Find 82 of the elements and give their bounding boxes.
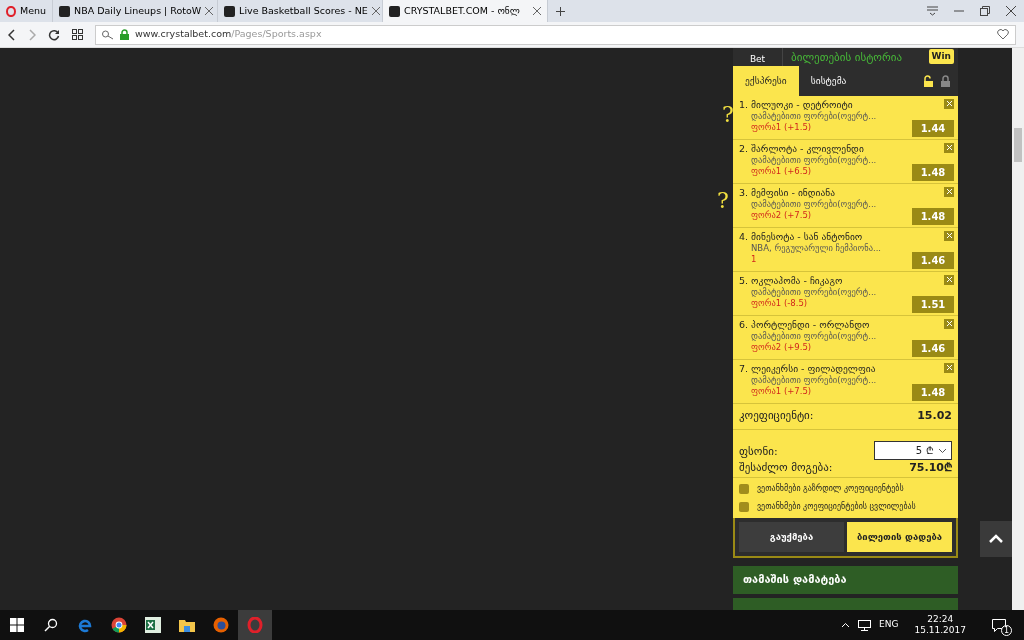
address-bar[interactable]: www.crystalbet.com/Pages/Sports.aspx [95, 24, 1016, 45]
market-text: დამატებითი ფორები(ოვერტ... [750, 375, 878, 387]
scroll-top-button[interactable] [980, 521, 1012, 557]
pick-text: ფორა1 (+1.5) [750, 122, 813, 134]
close-icon[interactable] [205, 7, 214, 15]
market-text: დამატებითი ფორები(ოვერტ... [750, 287, 878, 299]
bet-title: 6. პორტლენდი - ორლანდო [739, 319, 870, 332]
question-mark: ? [722, 101, 734, 129]
odds-value: 1.44 [912, 120, 954, 137]
heart-icon[interactable] [997, 29, 1009, 40]
grid-icon[interactable] [72, 29, 83, 40]
place-bet-button[interactable]: ბილეთის დადება [847, 522, 952, 552]
browser-tab[interactable]: CRYSTALBET.COM - ონლ [383, 0, 549, 22]
lock-icon[interactable] [941, 75, 950, 87]
market-text: დამატებითი ფორები(ოვერტ... [750, 111, 878, 123]
new-tab-icon[interactable] [556, 6, 566, 16]
cancel-button[interactable]: გაუქმება [739, 522, 844, 552]
pick-text: ფორა1 (-8.5) [750, 298, 809, 310]
pick-text: ფორა2 (+7.5) [750, 210, 813, 222]
back-icon[interactable] [8, 28, 16, 41]
url-text: www.crystalbet.com/Pages/Sports.aspx [135, 27, 322, 42]
close-icon[interactable] [533, 7, 542, 15]
caret-icon[interactable] [938, 447, 947, 454]
bet-history-title[interactable]: ბილეთების ისტორია [783, 52, 929, 66]
stake-field[interactable]: 5 ₾ [874, 441, 952, 460]
checkbox-label: ვეთანხმები გაზრდილ კოეფიციენტებს [757, 483, 904, 495]
favicon-icon [224, 5, 236, 17]
win-badge: Win [928, 48, 954, 64]
reload-icon[interactable] [48, 28, 60, 41]
bet-title: 1. მილუოკი - დეტროიტი [739, 99, 853, 112]
slip-tab[interactable]: ექსპრესი [733, 66, 799, 96]
stake-label: ფსონი: [739, 443, 778, 460]
bet-title: 7. ლეიკერსი - ფილადელფია [739, 363, 877, 376]
bet-title: 4. მინესოტა - სან ანტონიო [739, 231, 863, 244]
checkbox-label: ვეთანხმები კოეფიციენტების ცვლილებას [757, 501, 916, 513]
odds-value: 1.48 [912, 164, 954, 181]
market-text: NBA, რეგულარული ჩემპიონა... [750, 243, 883, 255]
opera-icon[interactable] [238, 610, 272, 640]
key-icon [102, 29, 114, 40]
market-text: დამატებითი ფორები(ოვერტ... [750, 331, 878, 343]
coefficient-label: კოეფიციენტი: [739, 408, 814, 425]
opera-logo-icon [6, 5, 16, 17]
chevron-icon[interactable] [841, 622, 851, 628]
language-indicator[interactable]: ENG [879, 618, 899, 632]
bet-title: 5. ოკლაჰომა - ჩიკაგო [739, 275, 843, 288]
chevron-up-icon[interactable] [988, 534, 1004, 544]
pick-text: ფორა1 (+6.5) [750, 166, 813, 178]
favicon-icon [59, 5, 71, 17]
pick-text: 1 [750, 254, 758, 266]
notification-button[interactable]: 1 [982, 610, 1016, 640]
bet-title: 2. შარლოტა - კლივლენდი [739, 143, 864, 156]
odds-value: 1.46 [912, 340, 954, 357]
clock-time[interactable]: 22:24 [927, 613, 954, 625]
restore-icon[interactable] [980, 6, 990, 16]
pick-text: ფორა1 (+7.5) [750, 386, 813, 398]
odds-value: 1.46 [912, 252, 954, 269]
tab-menu-icon[interactable] [927, 6, 938, 16]
unlock-icon[interactable] [923, 75, 933, 87]
notification-count: 1 [1001, 625, 1012, 636]
checkbox[interactable] [739, 484, 749, 494]
lock-icon [120, 29, 129, 40]
scrollbar[interactable] [1012, 48, 1024, 610]
odds-value: 1.51 [912, 296, 954, 313]
pick-text: ფორა2 (+9.5) [750, 342, 813, 354]
possible-win-label: შესაძლო მოგება: [739, 460, 833, 477]
possible-win-value: 75.10₾ [909, 460, 952, 477]
question-mark: ? [717, 187, 729, 215]
message-icon[interactable] [992, 618, 1006, 632]
close-icon[interactable] [371, 7, 380, 15]
checkbox[interactable] [739, 502, 749, 512]
clock-date[interactable]: 15.11.2017 [914, 625, 966, 637]
market-text: დამატებითი ფორები(ოვერტ... [750, 199, 878, 211]
coefficient-value: 15.02 [917, 408, 952, 425]
favicon-icon [389, 5, 401, 17]
bet-title: 3. მემფისი - ინდიანა [739, 187, 836, 200]
network-icon[interactable] [858, 619, 872, 631]
odds-value: 1.48 [912, 384, 954, 401]
close-icon[interactable] [1006, 6, 1016, 16]
odds-value: 1.48 [912, 208, 954, 225]
menu-bar[interactable]: თამაშის დამატება [733, 566, 958, 594]
market-text: დამატებითი ფორები(ოვერტ... [750, 155, 878, 167]
slip-tab[interactable]: სისტემა [798, 66, 859, 96]
